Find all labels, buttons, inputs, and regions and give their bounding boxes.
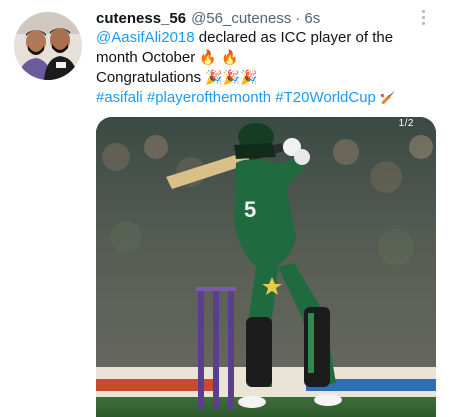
text-line-1: @AasifAli2018 declared as ICC player of …	[96, 28, 416, 48]
party-popper-emoji-icon: 🎉	[205, 70, 223, 86]
avatar-photo	[14, 12, 82, 80]
hashtag-link[interactable]: #asifali	[96, 89, 143, 106]
avatar[interactable]	[14, 12, 82, 80]
tweet-header: cuteness_56 @56_cuteness · 6s	[96, 8, 320, 28]
separator-dot: ·	[295, 9, 301, 27]
party-popper-emoji-icon: 🎉	[222, 70, 241, 86]
timestamp[interactable]: 6s	[304, 10, 320, 27]
hashtag-link[interactable]: #playerofthemonth	[147, 89, 271, 106]
tweet-media-photo[interactable]: 5 1/2	[96, 117, 436, 417]
svg-text:5: 5	[244, 197, 256, 222]
media-counter: 1/2	[398, 118, 414, 129]
text-line-3: Congratulations 🎉🎉🎉	[96, 68, 416, 88]
tweet[interactable]: cuteness_56 @56_cuteness · 6s @AasifAli2…	[0, 0, 450, 417]
fire-emoji-icon: 🔥	[199, 50, 217, 66]
mention-link[interactable]: @AasifAli2018	[96, 29, 195, 46]
hashtag-link[interactable]: #T20WorldCup	[275, 89, 376, 106]
text-fragment: declared as ICC player of the	[194, 29, 394, 46]
text-fragment: month October	[96, 49, 200, 66]
congrats-text: Congratulations	[96, 69, 206, 86]
tweet-text: @AasifAli2018 declared as ICC player of …	[96, 28, 416, 108]
user-handle[interactable]: @56_cuteness	[191, 10, 291, 27]
text-line-2: month October 🔥 🔥	[96, 48, 416, 68]
cricket-photo: 5	[96, 117, 436, 417]
text-line-4: #asifali #playerofthemonth #T20WorldCup …	[96, 88, 416, 108]
display-name[interactable]: cuteness_56	[96, 10, 186, 27]
cricket-emoji-icon: 🏏	[380, 91, 396, 105]
more-dots-vertical-icon[interactable]	[416, 7, 430, 27]
fire-emoji-icon: 🔥	[221, 50, 239, 66]
party-popper-emoji-icon: 🎉	[240, 70, 258, 86]
